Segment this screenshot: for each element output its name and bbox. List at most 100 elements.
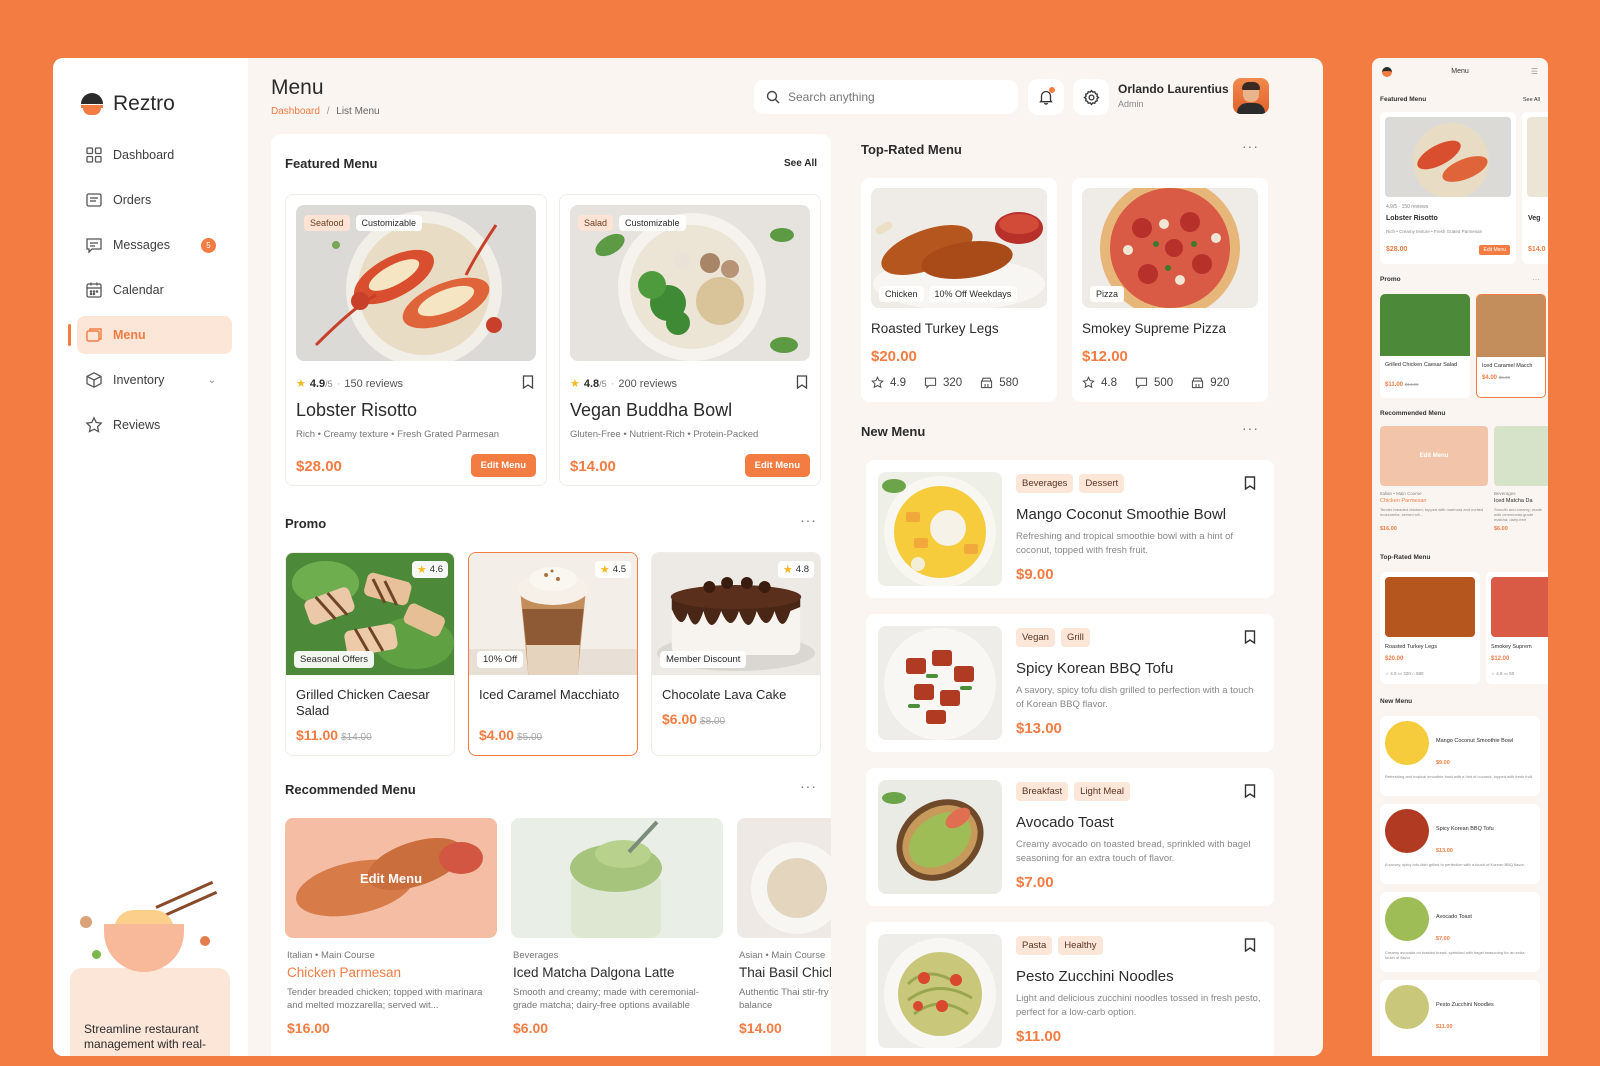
- edit-menu-overlay[interactable]: Edit Menu: [285, 818, 497, 938]
- mobile-item-stats: ☆ 4.8 ▭ 50: [1491, 671, 1515, 676]
- mobile-new-menu-card[interactable]: Spicy Korean BBQ Tofu $13.00 A savory, s…: [1380, 804, 1540, 884]
- mobile-item-name: Iced Caramel Macch: [1482, 363, 1533, 369]
- menu-item-name: Chicken Parmesan: [287, 965, 402, 980]
- mobile-item-price: $13.00: [1436, 848, 1453, 854]
- mobile-item-name: Roasted Turkey Legs: [1385, 644, 1437, 650]
- mobile-item-price: $11.00: [1436, 1024, 1453, 1030]
- mobile-promo-card[interactable]: Grilled Chicken Caesar Salad $11.00 $14.…: [1380, 294, 1470, 398]
- new-menu-card[interactable]: Beverages Dessert Mango Coconut Smoothie…: [866, 460, 1274, 598]
- sidebar-item-label: Orders: [113, 193, 152, 207]
- mobile-category: Italian • Main Course: [1380, 491, 1422, 496]
- more-options-icon[interactable]: ···: [1242, 420, 1259, 436]
- search-bar[interactable]: [754, 80, 1018, 114]
- tag: Grill: [1060, 628, 1090, 647]
- settings-button[interactable]: [1073, 79, 1109, 115]
- new-menu-card[interactable]: Breakfast Light Meal Avocado Toast Cream…: [866, 768, 1274, 906]
- recommended-carousel[interactable]: Edit Menu Italian • Main Course Chicken …: [285, 134, 831, 1056]
- breadcrumb-link-dashboard[interactable]: Dashboard: [271, 106, 320, 117]
- tag: Chicken: [879, 286, 924, 302]
- sidebar-item-messages[interactable]: Messages 5: [77, 226, 232, 264]
- recommended-card[interactable]: Edit Menu Italian • Main Course Chicken …: [285, 818, 497, 1056]
- mobile-item-price: $20.00: [1385, 656, 1404, 662]
- sidebar-item-menu[interactable]: Menu: [68, 316, 232, 354]
- iced-caramel-macchiato-image: [1477, 295, 1545, 357]
- mobile-top-rated-card[interactable]: Roasted Turkey Legs $20.00 ☆ 4.9 ▭ 320 ⌂…: [1380, 572, 1480, 684]
- messages-icon: [86, 238, 102, 254]
- sidebar-promo-card: Streamline restaurant management with re…: [70, 880, 230, 1056]
- search-input[interactable]: [788, 90, 988, 104]
- menu-item-price: $11.00: [1016, 1028, 1062, 1045]
- iced-matcha-latte-image: [1494, 426, 1548, 486]
- mobile-new-menu-card[interactable]: Pesto Zucchini Noodles $11.00: [1380, 980, 1540, 1056]
- sidebar-nav: Dashboard Orders Messages 5 Calendar Men…: [53, 136, 248, 444]
- mobile-see-all[interactable]: See All: [1523, 97, 1540, 103]
- mobile-item-name: Pesto Zucchini Noodles: [1436, 1002, 1494, 1008]
- bookmark-icon[interactable]: [1244, 938, 1256, 952]
- mobile-item-name: Lobster Risotto: [1386, 215, 1438, 222]
- new-menu-card[interactable]: Pasta Healthy Pesto Zucchini Noodles Lig…: [866, 922, 1274, 1056]
- sidebar-item-calendar[interactable]: Calendar: [77, 271, 232, 309]
- app-window: Reztro Dashboard Orders Messages 5 Calen…: [53, 58, 1323, 1056]
- sidebar-item-orders[interactable]: Orders: [77, 181, 232, 219]
- mobile-edit-menu-overlay[interactable]: Edit Menu: [1380, 426, 1488, 486]
- dashboard-grid-icon: [86, 147, 102, 163]
- new-menu-card[interactable]: Vegan Grill Spicy Korean BBQ Tofu A savo…: [866, 614, 1274, 752]
- mobile-new-menu-card[interactable]: Avocado Toast $7.00 Creamy avocado on to…: [1380, 892, 1540, 972]
- mobile-item-name: Mango Coconut Smoothie Bowl: [1436, 738, 1514, 744]
- sidebar-item-label: Dashboard: [113, 148, 175, 162]
- more-options-icon[interactable]: ···: [1242, 138, 1259, 154]
- mobile-item-price: $7.00: [1436, 936, 1450, 942]
- bookmark-icon[interactable]: [1244, 476, 1256, 490]
- menu-item-desc: Light and delicious zucchini noodles tos…: [1016, 993, 1261, 1018]
- menu-item-name: Iced Matcha Dalgona Latte: [513, 965, 675, 980]
- menu-item-price: $16.00: [287, 1020, 330, 1036]
- mobile-top-rated-card[interactable]: Smokey Suprem $12.00 ☆ 4.8 ▭ 50: [1486, 572, 1548, 684]
- menu-item-price: $20.00: [871, 348, 917, 365]
- mobile-featured-card[interactable]: Veg $14.0: [1522, 112, 1548, 264]
- hamburger-menu-icon[interactable]: ☰: [1531, 67, 1538, 76]
- menu-item-price: $7.00: [1016, 874, 1054, 891]
- sidebar-item-label: Calendar: [113, 283, 164, 297]
- brand-logo[interactable]: Reztro: [53, 58, 248, 128]
- sidebar-item-dashboard[interactable]: Dashboard: [77, 136, 232, 174]
- mobile-item-price: $16.00: [1380, 526, 1397, 532]
- comment-icon: [1135, 377, 1148, 389]
- shop-icon: [1192, 377, 1204, 389]
- notifications-button[interactable]: [1028, 79, 1064, 115]
- star-icon: [1082, 376, 1095, 389]
- mobile-section-title: New Menu: [1380, 698, 1413, 705]
- tag: Pizza: [1090, 286, 1125, 302]
- breadcrumb-separator: /: [326, 106, 330, 117]
- bookmark-icon[interactable]: [1244, 784, 1256, 798]
- left-panel: Featured Menu See All Seafood Customizab…: [271, 134, 831, 1056]
- sidebar-item-label: Inventory: [113, 373, 165, 387]
- mobile-promo-card[interactable]: Iced Caramel Macch $4.00 $5.00: [1476, 294, 1546, 398]
- recommended-card[interactable]: Asian • Main Course Thai Basil Chicken A…: [737, 818, 831, 1056]
- avatar[interactable]: [1233, 78, 1269, 114]
- mobile-new-menu-card[interactable]: Mango Coconut Smoothie Bowl $9.00 Refres…: [1380, 716, 1540, 796]
- mobile-item-name: Avocado Toast: [1436, 914, 1472, 920]
- user-info[interactable]: Orlando Laurentius Admin: [1118, 82, 1229, 109]
- mobile-item-price: $28.00: [1386, 246, 1408, 253]
- mobile-item-name: Veg: [1528, 215, 1541, 222]
- mobile-page-title: Menu: [1451, 68, 1469, 75]
- bookmark-icon[interactable]: [1244, 630, 1256, 644]
- mobile-featured-card[interactable]: 4.9/5 · 150 reviews Lobster Risotto Rich…: [1380, 112, 1516, 264]
- tag: Breakfast: [1016, 782, 1069, 801]
- top-rated-menu-title: Top-Rated Menu: [861, 142, 962, 157]
- chevron-down-icon[interactable]: ⌄: [208, 375, 216, 386]
- more-options-icon[interactable]: ···: [1532, 275, 1540, 284]
- top-rated-card[interactable]: Pizza Smokey Supreme Pizza $12.00 4.8 50…: [1072, 178, 1268, 402]
- vegan-bowl-image: [1527, 117, 1548, 197]
- smokey-supreme-pizza-image: Pizza: [1082, 188, 1258, 308]
- menu-item-name: Smokey Supreme Pizza: [1082, 321, 1227, 336]
- tag: 10% Off Weekdays: [928, 286, 1018, 302]
- mobile-edit-menu-button[interactable]: Edit Menu: [1479, 245, 1510, 255]
- avocado-toast-image: [1385, 897, 1429, 941]
- mango-smoothie-bowl-image: [878, 472, 1002, 586]
- sidebar-item-inventory[interactable]: Inventory ⌄: [77, 361, 232, 399]
- sidebar-item-reviews[interactable]: Reviews: [77, 406, 232, 444]
- menu-item-desc: Refreshing and tropical smoothie bowl wi…: [1016, 531, 1234, 556]
- top-rated-card[interactable]: Chicken 10% Off Weekdays Roasted Turkey …: [861, 178, 1057, 402]
- recommended-card[interactable]: Beverages Iced Matcha Dalgona Latte Smoo…: [511, 818, 723, 1056]
